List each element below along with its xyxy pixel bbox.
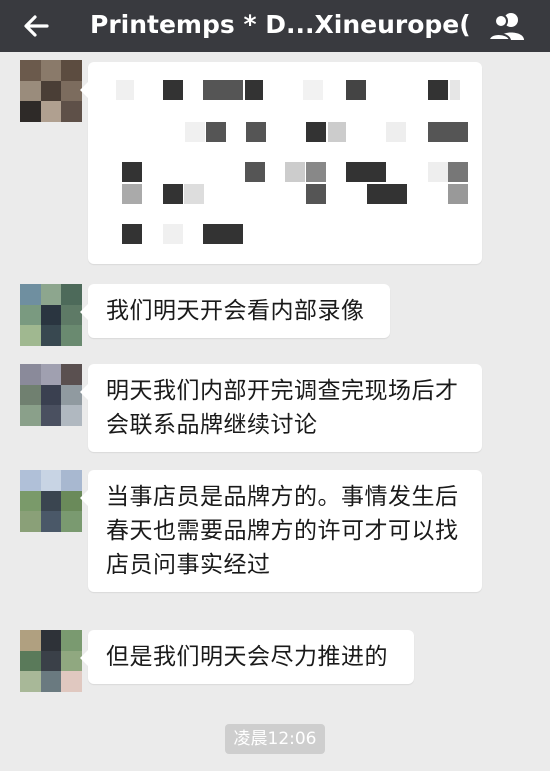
sender-avatar[interactable] — [20, 630, 82, 692]
group-members-icon — [488, 13, 524, 41]
chat-title: Printemps * D...Xineurope(10) — [90, 10, 470, 39]
sender-avatar[interactable] — [20, 60, 82, 122]
message-bubble-pixelated — [80, 62, 482, 264]
sender-avatar[interactable] — [20, 364, 82, 426]
message-text: 但是我们明天会尽力推进的 — [106, 644, 388, 670]
chat-header: Printemps * D...Xineurope(10) — [0, 0, 550, 52]
back-arrow-icon — [24, 15, 49, 37]
message-bubble: 我们明天开会看内部录像 — [80, 284, 390, 338]
message-bubble: 当事店员是品牌方的。事情发生后春天也需要品牌方的许可才可以找店员问事实经过 — [80, 470, 482, 592]
message-bubble: 但是我们明天会尽力推进的 — [80, 630, 414, 684]
sender-avatar[interactable] — [20, 284, 82, 346]
group-members-button[interactable] — [484, 4, 532, 48]
pixelated-content — [88, 62, 482, 264]
message-timestamp: 凌晨12:06 — [225, 724, 325, 754]
message-bubble: 明天我们内部开完调查完现场后才会联系品牌继续讨论 — [80, 364, 482, 452]
message-text: 明天我们内部开完调查完现场后才会联系品牌继续讨论 — [106, 378, 459, 438]
sender-avatar[interactable] — [20, 470, 82, 532]
message-text: 我们明天开会看内部录像 — [106, 298, 365, 324]
back-button[interactable] — [14, 4, 58, 48]
message-text: 当事店员是品牌方的。事情发生后春天也需要品牌方的许可才可以找店员问事实经过 — [106, 484, 459, 578]
